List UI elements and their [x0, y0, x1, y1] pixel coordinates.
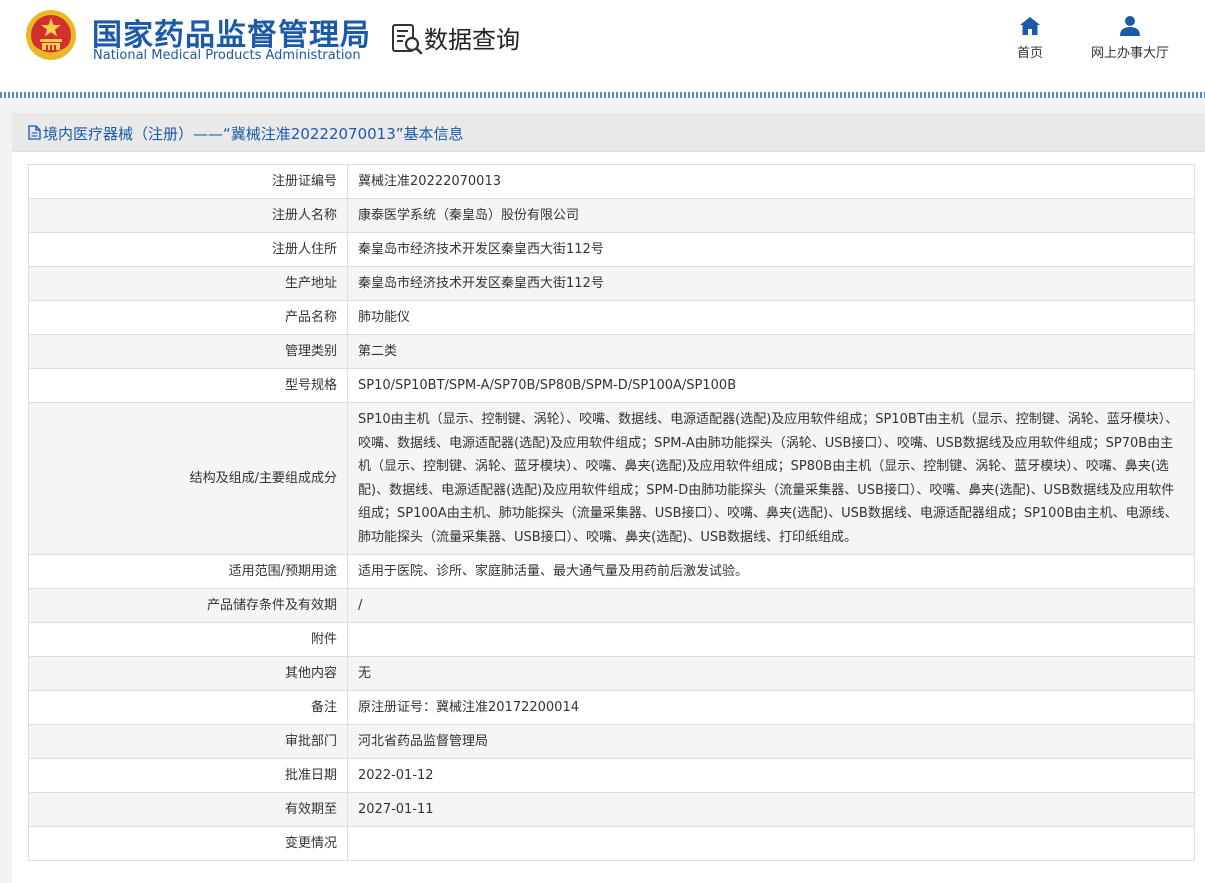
data-query-icon	[392, 24, 423, 55]
table-row: 批准日期 2022-01-12	[28, 758, 1195, 793]
brand-title-en: National Medical Products Administration	[93, 48, 361, 63]
table-row: 变更情况	[28, 826, 1195, 861]
field-value: 适用于医院、诊所、家庭肺活量、最大通气量及用药前后激发试验。	[347, 554, 1195, 589]
field-label: 适用范围/预期用途	[28, 554, 348, 589]
top-header: 国家药品监督管理局 National Medical Products Admi…	[0, 0, 1205, 92]
nav-home[interactable]: 首页	[1006, 14, 1054, 61]
detail-panel: 境内医疗器械（注册）——“冀械注准20222070013”基本信息 注册证编号冀…	[12, 113, 1205, 883]
table-row: 产品储存条件及有效期 /	[28, 588, 1195, 623]
field-value	[347, 826, 1195, 861]
nav-online-service-hall-label: 网上办事大厅	[1090, 46, 1169, 61]
registration-info-table: 注册证编号 冀械注准20222070013 注册人名称 康泰医学系统（秦皇岛）股份有…	[28, 164, 1195, 861]
field-value: 康泰医学系统（秦皇岛）股份有限公司	[347, 198, 1195, 233]
table-row: 型号规格 SP10/SP10BT/SPM-A/SP70B/SP80B/SPM-D/…	[28, 368, 1195, 403]
panel-title: 境内医疗器械（注册）——“冀械注准20222070013”基本信息	[43, 125, 464, 143]
table-row: 产品名称 肺功能仪	[28, 300, 1195, 335]
field-value: 秦皇岛市经济技术开发区秦皇西大街112号	[347, 266, 1195, 301]
table-row: 注册人住所 秦皇岛市经济技术开发区秦皇西大街112号	[28, 232, 1195, 267]
home-icon	[1020, 17, 1040, 35]
table-row: 注册证编号 冀械注准20222070013	[28, 164, 1195, 199]
field-label: 有效期至	[28, 792, 348, 827]
field-value: 肺功能仪	[347, 300, 1195, 335]
field-label: 产品名称	[28, 300, 348, 335]
field-label: 管理类别	[28, 334, 348, 369]
field-label: 审批部门	[28, 724, 348, 759]
field-value	[347, 622, 1195, 657]
data-query-title: 数据查询	[424, 26, 520, 54]
panel-header: 境内医疗器械（注册）——“冀械注准20222070013”基本信息	[12, 113, 1205, 152]
document-icon	[28, 125, 41, 140]
table-row: 附件	[28, 622, 1195, 657]
field-value: 第二类	[347, 334, 1195, 369]
field-label: 结构及组成/主要组成成分	[28, 402, 348, 555]
field-label: 生产地址	[28, 266, 348, 301]
table-row: 结构及组成/主要组成成分 SP10由主机（显示、控制键、涡轮）、咬嘴、数据线、电源…	[28, 402, 1195, 555]
table-row: 适用范围/预期用途 适用于医院、诊所、家庭肺活量、最大通气量及用药前后激发试验。	[28, 554, 1195, 589]
field-value: 2027-01-11	[347, 792, 1195, 827]
table-row: 审批部门 河北省药品监督管理局	[28, 724, 1195, 759]
national-emblem-icon	[26, 10, 76, 60]
header-divider-stripe	[0, 92, 1205, 98]
nav-home-label: 首页	[1016, 46, 1043, 61]
field-label: 附件	[28, 622, 348, 657]
field-label: 变更情况	[28, 826, 348, 861]
table-row: 其他内容无	[28, 656, 1195, 691]
field-label: 注册人住所	[28, 232, 348, 267]
field-label: 产品储存条件及有效期	[28, 588, 348, 623]
field-value: /	[347, 588, 1195, 623]
nav-online-service-hall[interactable]: 网上办事大厅	[1080, 14, 1180, 61]
table-row: 生产地址 秦皇岛市经济技术开发区秦皇西大街112号	[28, 266, 1195, 301]
field-label: 批准日期	[28, 758, 348, 793]
table-row: 备注 原注册证号：冀械注准20172200014	[28, 690, 1195, 725]
field-value: 秦皇岛市经济技术开发区秦皇西大街112号	[347, 232, 1195, 267]
field-label: 注册证编号	[28, 164, 348, 199]
table-row: 有效期至 2027-01-11	[28, 792, 1195, 827]
table-row: 注册人名称 康泰医学系统（秦皇岛）股份有限公司	[28, 198, 1195, 233]
field-label: 注册人名称	[28, 198, 348, 233]
field-label: 型号规格	[28, 368, 348, 403]
user-icon	[1120, 16, 1140, 36]
field-value: 2022-01-12	[347, 758, 1195, 793]
field-label: 其他内容	[28, 656, 348, 691]
field-value: 河北省药品监督管理局	[347, 724, 1195, 759]
table-row: 管理类别 第二类	[28, 334, 1195, 369]
field-value: 无	[347, 656, 1195, 691]
field-value: SP10/SP10BT/SPM-A/SP70B/SP80B/SPM-D/SP10…	[347, 368, 1195, 403]
field-value: 原注册证号：冀械注准20172200014	[347, 690, 1195, 725]
field-value: 冀械注准20222070013	[347, 164, 1195, 199]
field-label: 备注	[28, 690, 348, 725]
field-value: SP10由主机（显示、控制键、涡轮）、咬嘴、数据线、电源适配器(选配)及应用软件…	[347, 402, 1195, 555]
